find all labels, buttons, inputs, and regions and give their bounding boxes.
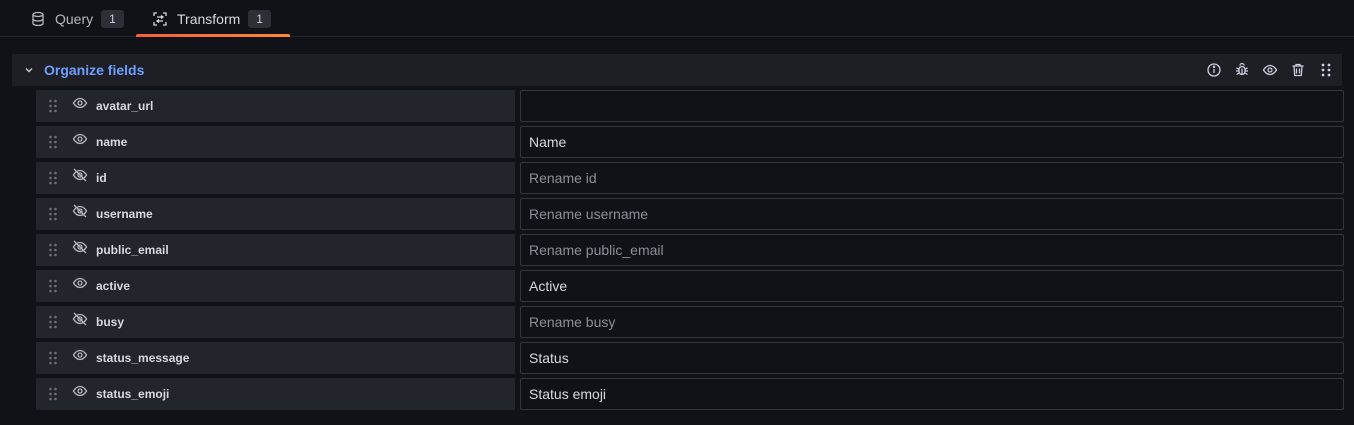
field-label-cell: avatar_url bbox=[36, 90, 515, 122]
eye-icon[interactable] bbox=[72, 131, 88, 147]
transform-icon bbox=[152, 11, 168, 27]
rename-input[interactable] bbox=[520, 306, 1344, 338]
organize-fields-header[interactable]: Organize fields bbox=[12, 54, 1342, 86]
field-name: name bbox=[96, 135, 128, 149]
eye-slash-icon[interactable] bbox=[72, 239, 88, 255]
tab-query-badge: 1 bbox=[101, 9, 124, 28]
trash-icon[interactable] bbox=[1290, 62, 1306, 78]
eye-slash-icon[interactable] bbox=[72, 311, 88, 327]
field-row-avatar-url: avatar_url bbox=[36, 90, 1344, 122]
field-label-cell: active bbox=[36, 270, 515, 302]
drag-handle-icon[interactable] bbox=[48, 171, 58, 185]
eye-icon[interactable] bbox=[1262, 62, 1278, 78]
transform-editor: Query 1 Transform 1 Organize fields avat… bbox=[0, 0, 1354, 425]
eye-icon[interactable] bbox=[72, 275, 88, 291]
field-row-username: username bbox=[36, 198, 1344, 230]
tab-transform-label: Transform bbox=[177, 10, 241, 27]
header-actions bbox=[1206, 54, 1334, 86]
rename-input[interactable] bbox=[520, 162, 1344, 194]
rename-input[interactable] bbox=[520, 198, 1344, 230]
eye-icon[interactable] bbox=[72, 347, 88, 363]
field-name: busy bbox=[96, 315, 125, 329]
rename-input[interactable] bbox=[520, 270, 1344, 302]
field-label-cell: username bbox=[36, 198, 515, 230]
field-label-cell: status_message bbox=[36, 342, 515, 374]
field-row-status-message: status_message bbox=[36, 342, 1344, 374]
rename-input[interactable] bbox=[520, 126, 1344, 158]
rename-input[interactable] bbox=[520, 234, 1344, 266]
rename-input[interactable] bbox=[520, 90, 1344, 122]
field-row-id: id bbox=[36, 162, 1344, 194]
field-row-busy: busy bbox=[36, 306, 1344, 338]
info-icon[interactable] bbox=[1206, 62, 1222, 78]
field-list: avatar_url name Name id Rename id userna… bbox=[36, 90, 1344, 414]
drag-handle-icon[interactable] bbox=[48, 387, 58, 401]
field-label-cell: status_emoji bbox=[36, 378, 515, 410]
field-row-public-email: public_email bbox=[36, 234, 1344, 266]
eye-icon[interactable] bbox=[72, 95, 88, 111]
field-row-active: active bbox=[36, 270, 1344, 302]
field-name: public_email bbox=[96, 243, 169, 257]
drag-handle-icon[interactable] bbox=[48, 243, 58, 257]
eye-slash-icon[interactable] bbox=[72, 167, 88, 183]
field-row-status-emoji: status_emoji bbox=[36, 378, 1344, 410]
field-label-cell: busy bbox=[36, 306, 515, 338]
drag-handle-icon[interactable] bbox=[48, 135, 58, 149]
drag-handle-icon[interactable] bbox=[48, 279, 58, 293]
debug-icon[interactable] bbox=[1234, 62, 1250, 78]
drag-handle-icon[interactable] bbox=[48, 315, 58, 329]
field-name: active bbox=[96, 279, 131, 293]
section-title[interactable]: Organize fields bbox=[44, 62, 144, 78]
eye-icon[interactable] bbox=[72, 383, 88, 399]
rename-input[interactable] bbox=[520, 342, 1344, 374]
field-name: username bbox=[96, 207, 153, 221]
tab-query[interactable]: Query 1 bbox=[14, 0, 124, 37]
tab-query-label: Query bbox=[55, 10, 94, 27]
drag-handle-icon[interactable] bbox=[48, 351, 58, 365]
rename-input[interactable] bbox=[520, 378, 1344, 410]
eye-slash-icon[interactable] bbox=[72, 203, 88, 219]
tab-bar: Query 1 Transform 1 bbox=[0, 0, 1354, 37]
database-icon bbox=[30, 11, 46, 27]
field-label-cell: public_email bbox=[36, 234, 515, 266]
drag-handle-icon[interactable] bbox=[48, 99, 58, 113]
field-name: id bbox=[96, 171, 107, 185]
field-label-cell: name bbox=[36, 126, 515, 158]
field-name: status_emoji bbox=[96, 387, 170, 401]
drag-handle-icon[interactable] bbox=[48, 207, 58, 221]
chevron-down-icon[interactable] bbox=[22, 63, 36, 77]
field-label-cell: id bbox=[36, 162, 515, 194]
tab-transform-badge: 1 bbox=[248, 9, 271, 28]
tab-transform[interactable]: Transform 1 bbox=[136, 0, 290, 37]
field-name: status_message bbox=[96, 351, 190, 365]
field-name: avatar_url bbox=[96, 99, 154, 113]
drag-icon[interactable] bbox=[1318, 62, 1334, 78]
field-row-name: name bbox=[36, 126, 1344, 158]
